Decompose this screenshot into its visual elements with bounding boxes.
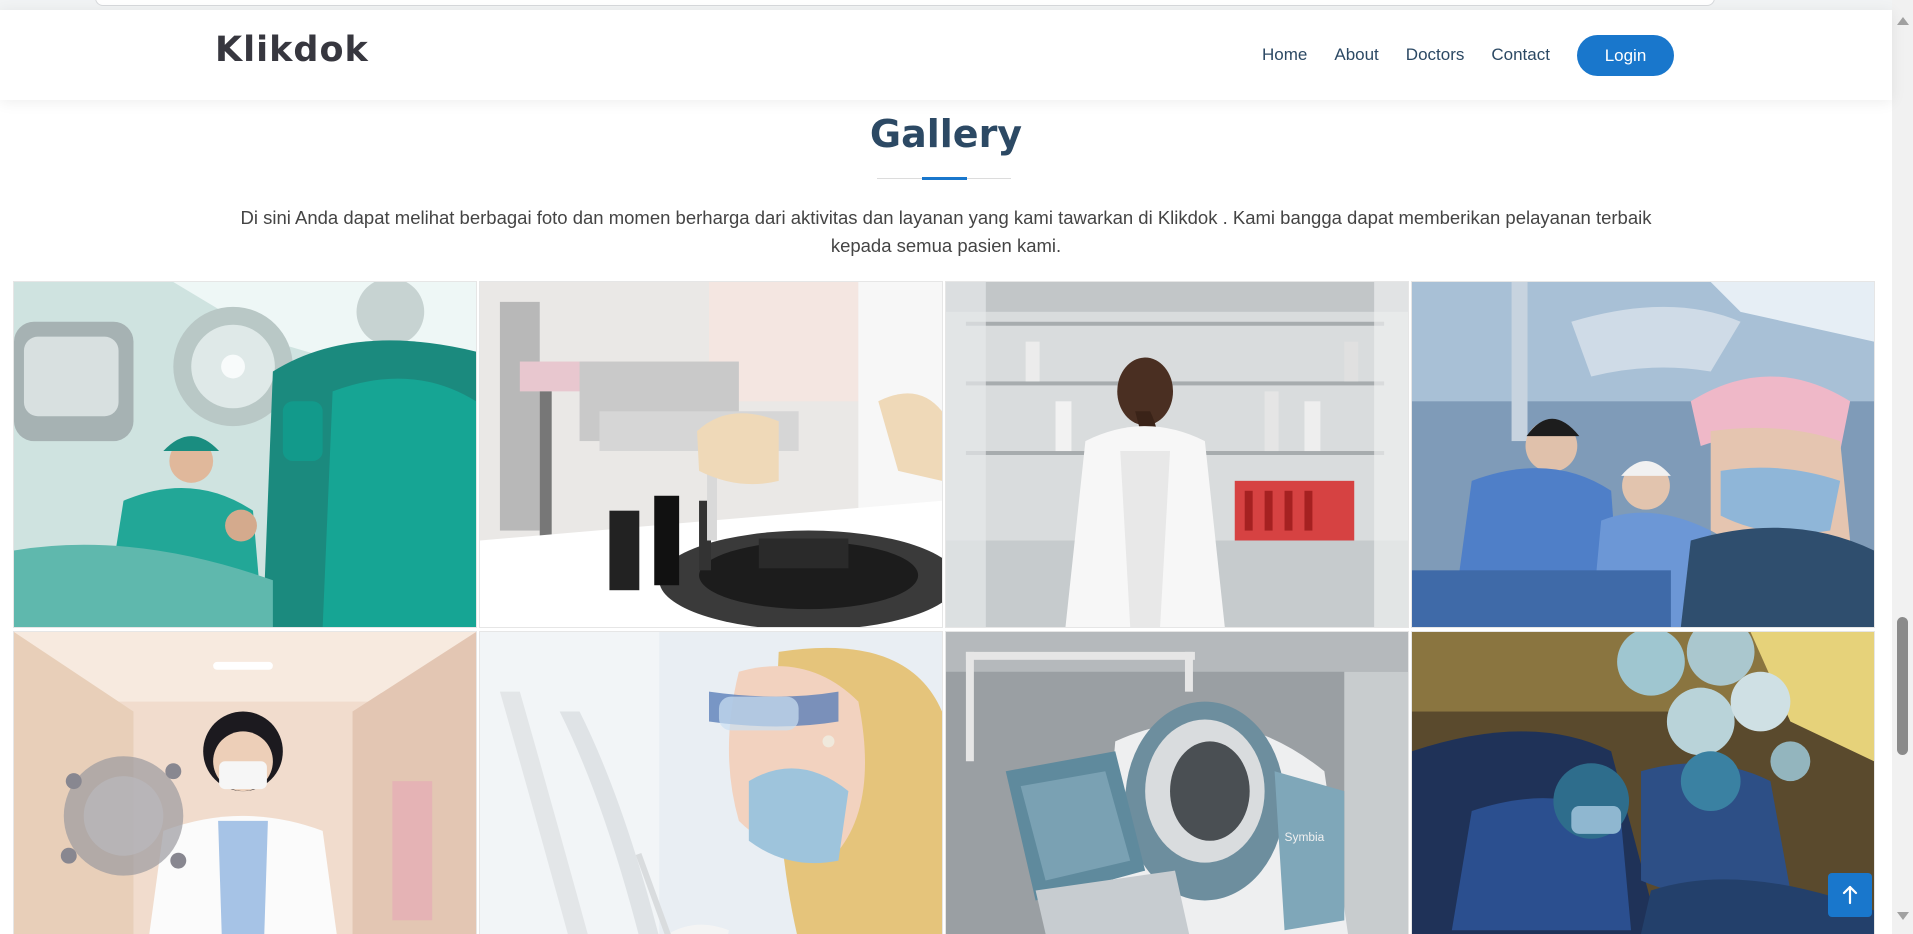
gallery-item-surgical-team[interactable] [1411, 281, 1875, 628]
arrow-up-icon [1842, 885, 1858, 905]
nav-home[interactable]: Home [1262, 45, 1307, 65]
gallery-item-doctor-virus[interactable] [13, 631, 477, 934]
lab-centrifuge-test-tube-photo [480, 282, 942, 627]
gallery-description: Di sini Anda dapat melihat berbagai foto… [240, 207, 1652, 256]
gallery-item-researcher-goggles[interactable] [479, 631, 943, 934]
scrollbar-thumb[interactable] [1897, 617, 1908, 755]
surgical-team-blue-gowns-photo [1412, 282, 1874, 627]
back-to-top-button[interactable] [1828, 873, 1872, 917]
nav-contact[interactable]: Contact [1491, 45, 1550, 65]
search-bar-edge [95, 0, 1715, 6]
surgeon-under-operating-lights-photo [1412, 632, 1874, 934]
nav-doctors[interactable]: Doctors [1406, 45, 1465, 65]
researcher-with-goggles-photo [480, 632, 942, 934]
gallery-item-surgeons-operating-room[interactable] [13, 281, 477, 628]
scientist-in-laboratory-photo [946, 282, 1408, 627]
gallery-item-scientist-laboratory[interactable] [945, 281, 1409, 628]
site-header: Klikdok Home About Doctors Contact Login [0, 10, 1892, 100]
surgeons-operating-room-photo [14, 282, 476, 627]
title-accent-bar [922, 177, 967, 180]
gallery-item-mri-scanner[interactable]: Symbia [945, 631, 1409, 934]
gallery-item-lab-centrifuge[interactable] [479, 281, 943, 628]
scroll-up-arrow-icon[interactable] [1897, 17, 1909, 25]
vertical-scrollbar[interactable] [1892, 0, 1913, 934]
gallery-item-surgeon-lights[interactable] [1411, 631, 1875, 934]
nav-about[interactable]: About [1334, 45, 1378, 65]
main-nav: Home About Doctors Contact [1262, 10, 1577, 100]
doctor-with-virus-illustration-photo [14, 632, 476, 934]
gallery-title: Gallery [869, 112, 1023, 156]
login-button[interactable]: Login [1577, 35, 1674, 76]
browser-search-bar-remnant [0, 0, 1892, 10]
gallery-grid: Symbia [13, 281, 1875, 934]
site-logo[interactable]: Klikdok [215, 30, 369, 70]
svg-text:Symbia: Symbia [1285, 830, 1325, 844]
page: Klikdok Home About Doctors Contact Login… [0, 0, 1913, 934]
mri-scanner-machine-photo: Symbia [946, 632, 1408, 934]
scroll-down-arrow-icon[interactable] [1897, 912, 1909, 920]
